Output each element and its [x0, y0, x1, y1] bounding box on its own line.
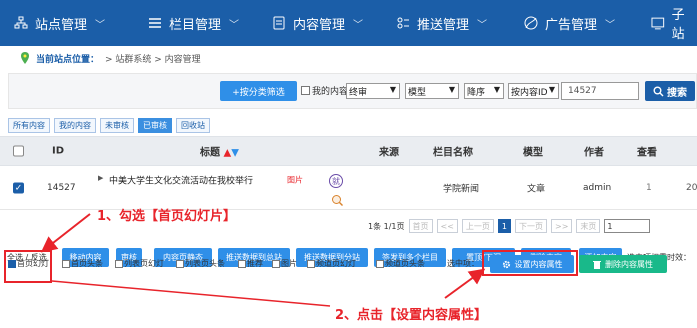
arrow-step2-line	[51, 280, 331, 307]
annotation-step1: 1、勾选【首页幻灯片】	[97, 209, 237, 224]
annotation-step2: 2、点击【设置内容属性】	[335, 308, 488, 323]
arrow-step2	[444, 268, 486, 299]
arrow-step1	[40, 213, 91, 253]
annotation-arrows	[40, 213, 486, 307]
